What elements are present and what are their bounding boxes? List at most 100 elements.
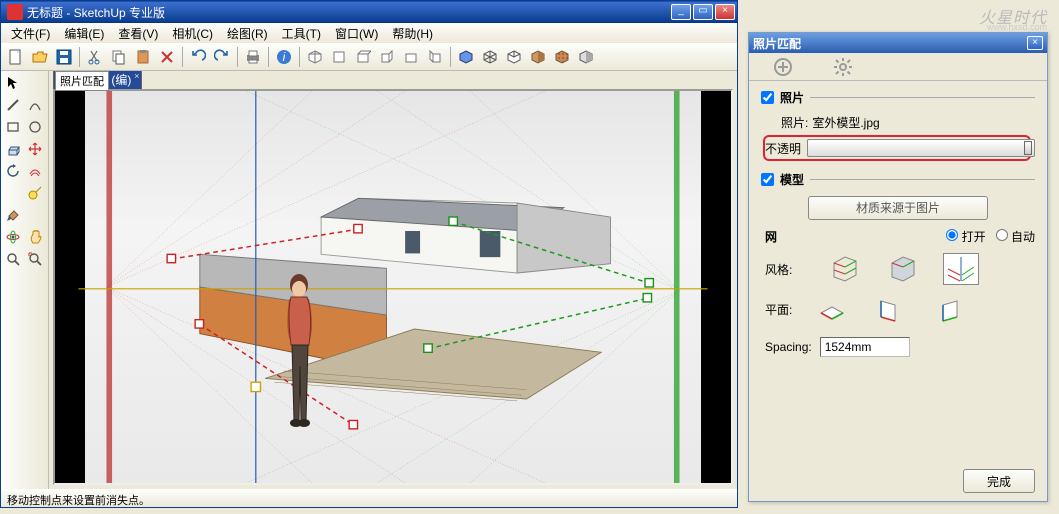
plane-yz-icon[interactable] (930, 293, 966, 325)
zoom-tool-icon[interactable] (3, 249, 23, 269)
left-view-icon[interactable] (424, 46, 446, 68)
opacity-slider-thumb[interactable] (1024, 141, 1032, 155)
delete-icon[interactable] (156, 46, 178, 68)
paste-icon[interactable] (132, 46, 154, 68)
maximize-button[interactable]: ▭ (693, 4, 713, 20)
menu-draw[interactable]: 绘图(R) (221, 23, 274, 44)
scale-tool-icon[interactable] (3, 183, 23, 203)
opacity-slider[interactable] (807, 139, 1035, 157)
plane-xy-icon[interactable] (814, 293, 850, 325)
panel-title-text: 照片匹配 (753, 35, 1027, 52)
settings-gear-icon[interactable] (833, 57, 853, 77)
iso-view-icon[interactable] (304, 46, 326, 68)
building-shape (200, 198, 611, 401)
style-inside-icon[interactable] (827, 253, 863, 285)
zoom-extents-icon[interactable] (25, 249, 45, 269)
menu-camera[interactable]: 相机(C) (166, 23, 219, 44)
sketchup-main-window: 无标题 - SketchUp 专业版 _ ▭ × 文件(F) 编辑(E) 查看(… (0, 0, 738, 508)
open-file-icon[interactable] (29, 46, 51, 68)
hidden-line-style-icon[interactable] (503, 46, 525, 68)
photo-name-label: 照片: (781, 114, 808, 131)
plane-label: 平面: (765, 301, 792, 318)
grid-section-label: 网 (765, 228, 777, 245)
menu-edit[interactable]: 编辑(E) (58, 23, 110, 44)
section-tool-icon[interactable] (3, 271, 23, 291)
copy-icon[interactable] (108, 46, 130, 68)
match-photo-panel: 照片匹配 × 照片 照片: 室外模型.jpg 不透明 模型 材质来源 (748, 32, 1048, 502)
style-above-icon[interactable] (885, 253, 921, 285)
watermark-brand: 火星时代 (979, 4, 1047, 28)
undo-icon[interactable] (187, 46, 209, 68)
origin-handle (251, 382, 260, 391)
model-visible-checkbox[interactable] (761, 173, 774, 186)
shaded-tex-style-icon[interactable] (551, 46, 573, 68)
pushpull-tool-icon[interactable] (3, 139, 23, 159)
dimension-tool-icon[interactable] (3, 293, 23, 313)
new-file-icon[interactable] (5, 46, 27, 68)
add-photo-icon[interactable] (773, 57, 793, 77)
scene-tabs: 室外模型 (编) × (49, 71, 737, 89)
close-button[interactable]: × (715, 4, 735, 20)
mono-style-icon[interactable] (575, 46, 597, 68)
grid-on-radio[interactable] (946, 229, 958, 241)
photo-name-value: 室外模型.jpg (812, 114, 879, 131)
grid-auto-radio-label[interactable]: 自动 (996, 228, 1035, 245)
line-tool-icon[interactable] (3, 95, 23, 115)
right-view-icon[interactable] (376, 46, 398, 68)
menu-file[interactable]: 文件(F) (5, 23, 56, 44)
wireframe-style-icon[interactable] (479, 46, 501, 68)
cut-icon[interactable] (84, 46, 106, 68)
top-view-icon[interactable] (328, 46, 350, 68)
panel-tabbar (749, 53, 1047, 81)
rectangle-tool-icon[interactable] (3, 117, 23, 137)
menu-view[interactable]: 查看(V) (112, 23, 164, 44)
menu-help[interactable]: 帮助(H) (386, 23, 439, 44)
watermark-url: www.hxsd.com (987, 22, 1047, 32)
component-tool-icon[interactable] (25, 271, 45, 291)
print-icon[interactable] (242, 46, 264, 68)
photo-visible-checkbox[interactable] (761, 91, 774, 104)
grid-auto-radio[interactable] (996, 229, 1008, 241)
rotate-tool-icon[interactable] (3, 161, 23, 181)
titlebar: 无标题 - SketchUp 专业版 _ ▭ × (1, 1, 737, 23)
walk-tool-icon[interactable] (25, 293, 45, 313)
front-view-icon[interactable] (352, 46, 374, 68)
pan-tool-icon[interactable] (25, 227, 45, 247)
back-view-icon[interactable] (400, 46, 422, 68)
redo-icon[interactable] (211, 46, 233, 68)
scene-tab-close-icon[interactable]: × (134, 71, 139, 81)
style-outside-icon[interactable] (943, 253, 979, 285)
offset-tool-icon[interactable] (25, 161, 45, 181)
menu-tools[interactable]: 工具(T) (276, 23, 327, 44)
plane-xz-icon[interactable] (872, 293, 908, 325)
shaded-style-icon[interactable] (527, 46, 549, 68)
panel-close-icon[interactable]: × (1027, 36, 1043, 50)
minimize-button[interactable]: _ (671, 4, 691, 20)
orbit-tool-icon[interactable] (3, 227, 23, 247)
done-button[interactable]: 完成 (963, 469, 1035, 493)
erase-tool-icon[interactable] (25, 73, 45, 93)
move-tool-icon[interactable] (25, 139, 45, 159)
spacing-input[interactable] (820, 337, 910, 357)
green-bar-b (428, 298, 647, 348)
text-tool-icon[interactable] (25, 205, 45, 225)
statusbar: 移动控制点来设置前消失点。 (1, 489, 737, 507)
window-title: 无标题 - SketchUp 专业版 (27, 4, 671, 21)
save-icon[interactable] (53, 46, 75, 68)
opacity-row: 不透明 (761, 139, 1035, 157)
arc-tool-icon[interactable] (25, 95, 45, 115)
app-icon (7, 4, 23, 20)
model-info-icon[interactable]: i (273, 46, 295, 68)
panel-titlebar[interactable]: 照片匹配 × (749, 33, 1047, 53)
xray-style-icon[interactable] (455, 46, 477, 68)
viewport[interactable] (53, 89, 733, 485)
model-section-label: 模型 (780, 171, 804, 188)
photo-section-label: 照片 (780, 89, 804, 106)
tape-tool-icon[interactable] (25, 183, 45, 203)
grid-on-radio-label[interactable]: 打开 (946, 228, 985, 245)
project-textures-button[interactable]: 材质来源于图片 (808, 196, 988, 220)
menu-window[interactable]: 窗口(W) (329, 23, 384, 44)
circle-tool-icon[interactable] (25, 117, 45, 137)
select-tool-icon[interactable] (3, 73, 23, 93)
paint-tool-icon[interactable] (3, 205, 23, 225)
